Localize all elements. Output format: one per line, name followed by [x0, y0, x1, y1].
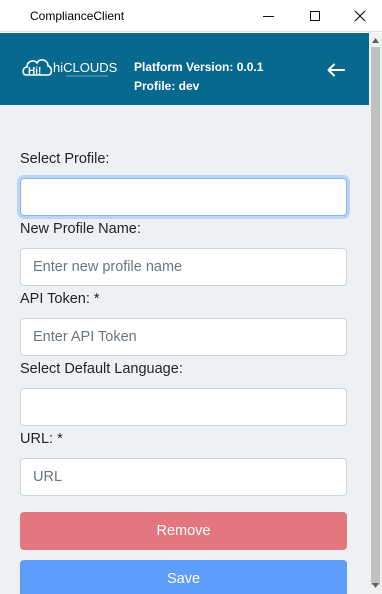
app-header: Hi! hiCLOUDS Platform Version: 0.0.1 Pro… [0, 33, 369, 105]
default-language-select[interactable] [20, 388, 347, 426]
maximize-button[interactable] [292, 0, 338, 32]
close-icon [354, 10, 366, 22]
url-input[interactable] [20, 458, 347, 496]
new-profile-name-input[interactable] [20, 248, 347, 286]
logo-text: hiCLOUDS [53, 60, 118, 75]
url-label: URL: * [20, 431, 63, 447]
minimize-icon [262, 15, 274, 17]
window-title: ComplianceClient [30, 9, 125, 23]
arrow-left-icon [327, 63, 345, 77]
select-profile-field: Select Profile: [20, 150, 347, 216]
scroll-down-arrow-icon[interactable] [369, 578, 382, 592]
profile-settings-form: Select Profile: New Profile Name: API To… [0, 105, 369, 594]
url-field: URL: * [20, 430, 347, 496]
default-language-label: Select Default Language: [20, 361, 183, 377]
scroll-up-arrow-icon[interactable] [369, 33, 382, 47]
svg-text:Hi!: Hi! [28, 66, 41, 77]
current-profile: Profile: dev [134, 79, 200, 93]
select-profile-input[interactable] [20, 178, 347, 216]
platform-version: Platform Version: 0.0.1 [134, 60, 264, 74]
vertical-scrollbar[interactable] [369, 33, 382, 594]
select-profile-label: Select Profile: [20, 151, 110, 167]
window-titlebar: ComplianceClient [0, 0, 382, 32]
remove-button[interactable]: Remove [20, 512, 347, 550]
close-button[interactable] [337, 0, 382, 32]
api-token-field: API Token: * [20, 290, 347, 356]
hiclouds-logo: Hi! hiCLOUDS [22, 59, 118, 77]
api-token-input[interactable] [20, 318, 347, 356]
new-profile-name-label: New Profile Name: [20, 221, 141, 237]
default-language-field: Select Default Language: [20, 360, 347, 426]
scrollbar-thumb[interactable] [371, 47, 380, 585]
maximize-icon [310, 11, 320, 21]
back-button[interactable] [320, 57, 352, 83]
minimize-button[interactable] [245, 0, 291, 32]
new-profile-name-field: New Profile Name: [20, 220, 347, 286]
header-info: Platform Version: 0.0.1 Profile: dev [134, 58, 263, 96]
save-button[interactable]: Save [20, 560, 347, 594]
api-token-label: API Token: * [20, 291, 100, 307]
